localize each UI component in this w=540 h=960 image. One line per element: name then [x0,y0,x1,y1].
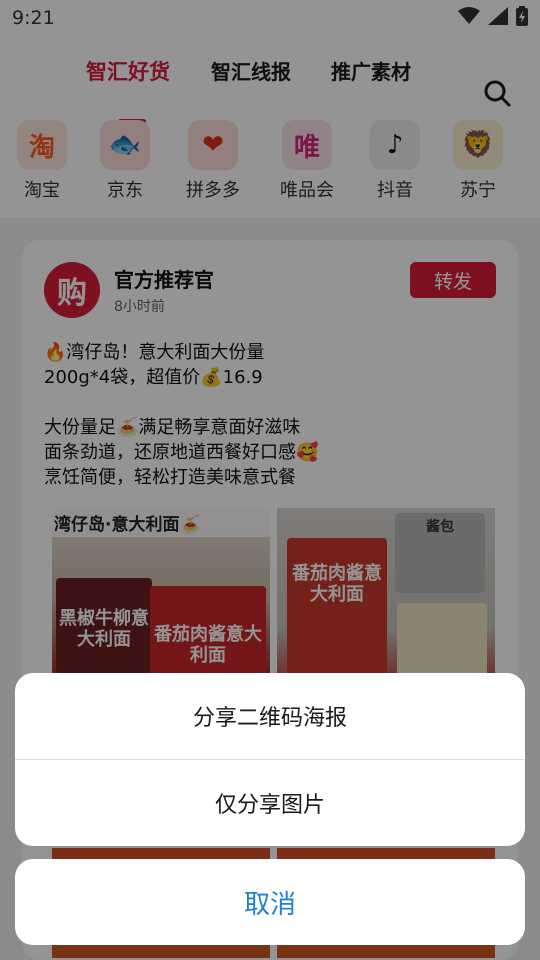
share-qr-poster-option[interactable]: 分享二维码海报 [15,673,525,759]
cancel-button[interactable]: 取消 [15,859,525,945]
share-action-sheet: 分享二维码海报 仅分享图片 [15,673,525,846]
share-image-only-option[interactable]: 仅分享图片 [15,760,525,846]
